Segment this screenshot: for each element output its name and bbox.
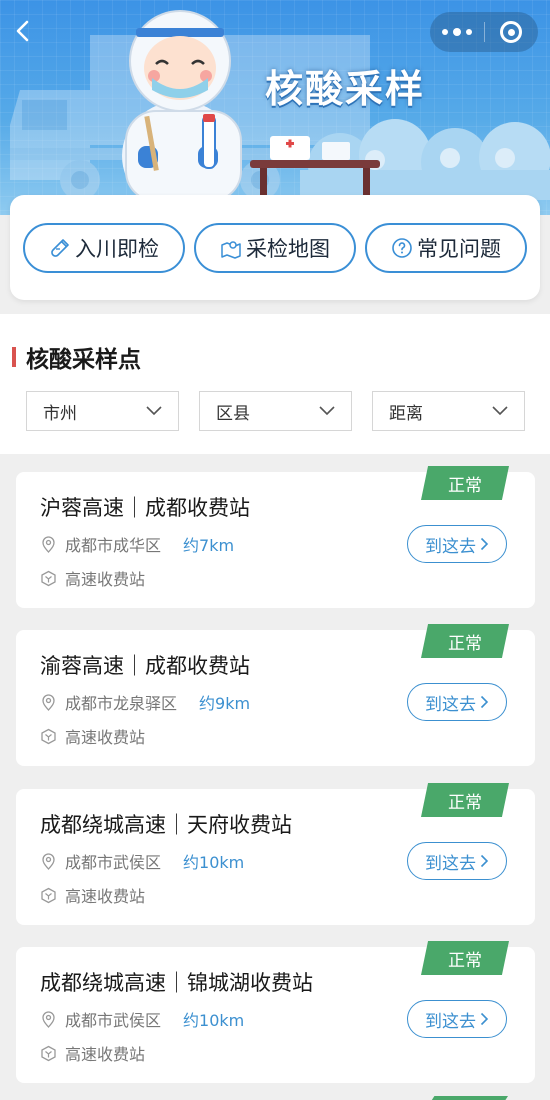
section-title-text: 核酸采样点 xyxy=(26,347,141,373)
site-card[interactable]: 正常 成都绕城高速｜天府收费站 成都市武侯区 约10km 高速收费站 到这去 xyxy=(16,783,535,925)
chevron-right-icon xyxy=(480,537,489,551)
location-pin-icon xyxy=(42,693,55,711)
location-pin-icon xyxy=(42,535,55,553)
status-badge: 正常 xyxy=(421,941,509,975)
city-filter-select[interactable]: 市州 xyxy=(26,391,179,431)
site-type: 高速收费站 xyxy=(40,1041,145,1065)
hexagon-type-icon xyxy=(41,1045,56,1061)
site-district: 成都市武侯区 xyxy=(65,853,162,872)
test-tube-icon xyxy=(51,238,69,257)
district-filter-label: 区县 xyxy=(216,403,250,424)
navigate-label: 到这去 xyxy=(425,694,476,715)
navigate-button[interactable]: 到这去 xyxy=(407,842,507,880)
status-badge: 正常 xyxy=(421,624,509,658)
chevron-right-icon xyxy=(480,1012,489,1026)
site-type-label: 高速收费站 xyxy=(65,887,146,906)
site-name: 成都绕城高速｜天府收费站 xyxy=(40,813,292,837)
site-district: 成都市武侯区 xyxy=(65,1011,162,1030)
site-card[interactable]: 正常 沪蓉高速｜成都收费站 成都市成华区 约7km 高速收费站 到这去 xyxy=(16,466,535,608)
site-district: 成都市龙泉驿区 xyxy=(65,694,178,713)
chevron-right-icon xyxy=(480,695,489,709)
site-type-label: 高速收费站 xyxy=(65,728,146,747)
status-badge: 正常 xyxy=(421,783,509,817)
site-type-label: 高速收费站 xyxy=(65,570,146,589)
medical-table-illustration xyxy=(250,136,380,198)
site-location: 成都市成华区 约7km xyxy=(40,532,234,556)
distance-filter-label: 距离 xyxy=(389,403,423,424)
site-type: 高速收费站 xyxy=(40,883,145,907)
navigate-button[interactable]: 到这去 xyxy=(407,683,507,721)
hexagon-type-icon xyxy=(41,570,56,586)
navigate-label: 到这去 xyxy=(425,1011,476,1032)
entry-test-button[interactable]: 入川即检 xyxy=(23,222,185,273)
site-distance: 约10km xyxy=(183,1011,245,1030)
target-close-icon[interactable] xyxy=(484,12,538,52)
location-pin-icon xyxy=(42,852,55,870)
header-banner: 核酸采样 xyxy=(0,0,550,215)
site-district: 成都市成华区 xyxy=(65,536,162,555)
city-filter-label: 市州 xyxy=(43,403,77,424)
site-distance: 约9km xyxy=(199,694,251,713)
quick-action-card: 入川即检 采检地图 常见问题 xyxy=(10,195,540,300)
site-type: 高速收费站 xyxy=(40,566,145,590)
miniprogram-capsule xyxy=(430,12,538,52)
chevron-right-icon xyxy=(480,854,489,868)
question-circle-icon xyxy=(392,237,412,258)
chevron-down-icon xyxy=(319,406,335,416)
navigate-label: 到这去 xyxy=(425,853,476,874)
site-name: 沪蓉高速｜成都收费站 xyxy=(40,496,250,520)
site-name: 成都绕城高速｜锦城湖收费站 xyxy=(40,971,313,995)
site-distance: 约10km xyxy=(183,853,245,872)
filter-bar: 市州 区县 距离 xyxy=(26,391,525,431)
test-map-button[interactable]: 采检地图 xyxy=(194,222,356,273)
site-card[interactable]: 正常 成都绕城高速｜锦城湖收费站 成都市武侯区 约10km 高速收费站 到这去 xyxy=(16,941,535,1083)
hexagon-type-icon xyxy=(41,728,56,744)
map-location-icon xyxy=(221,240,241,259)
chevron-down-icon xyxy=(146,406,162,416)
faq-label: 常见问题 xyxy=(417,236,501,261)
chevron-left-icon[interactable] xyxy=(10,18,36,44)
chevron-down-icon xyxy=(492,406,508,416)
navigate-button[interactable]: 到这去 xyxy=(407,525,507,563)
banner-title: 核酸采样 xyxy=(265,67,426,111)
site-card[interactable]: 正常 渝蓉高速｜成都收费站 成都市龙泉驿区 约9km 高速收费站 到这去 xyxy=(16,624,535,766)
medical-worker-mascot xyxy=(122,10,242,206)
section-accent-bar xyxy=(12,347,16,367)
site-location: 成都市武侯区 约10km xyxy=(40,1007,244,1031)
next-card-status-badge-peek xyxy=(428,1096,508,1100)
site-distance: 约7km xyxy=(183,536,235,555)
site-location: 成都市武侯区 约10km xyxy=(40,849,244,873)
site-type-label: 高速收费站 xyxy=(65,1045,146,1064)
site-name: 渝蓉高速｜成都收费站 xyxy=(40,654,250,678)
status-badge: 正常 xyxy=(421,466,509,500)
faq-button[interactable]: 常见问题 xyxy=(365,222,527,273)
navigate-label: 到这去 xyxy=(425,536,476,557)
navigate-button[interactable]: 到这去 xyxy=(407,1000,507,1038)
district-filter-select[interactable]: 区县 xyxy=(199,391,352,431)
hexagon-type-icon xyxy=(41,887,56,903)
entry-test-label: 入川即检 xyxy=(75,236,159,261)
sampling-sites-section: 核酸采样点 市州 区县 距离 xyxy=(0,314,550,454)
location-pin-icon xyxy=(42,1010,55,1028)
section-title: 核酸采样点 xyxy=(12,340,141,374)
more-dots-icon[interactable] xyxy=(430,12,484,52)
test-map-label: 采检地图 xyxy=(246,236,330,261)
distance-filter-select[interactable]: 距离 xyxy=(372,391,525,431)
site-location: 成都市龙泉驿区 约9km xyxy=(40,690,250,714)
site-type: 高速收费站 xyxy=(40,724,145,748)
